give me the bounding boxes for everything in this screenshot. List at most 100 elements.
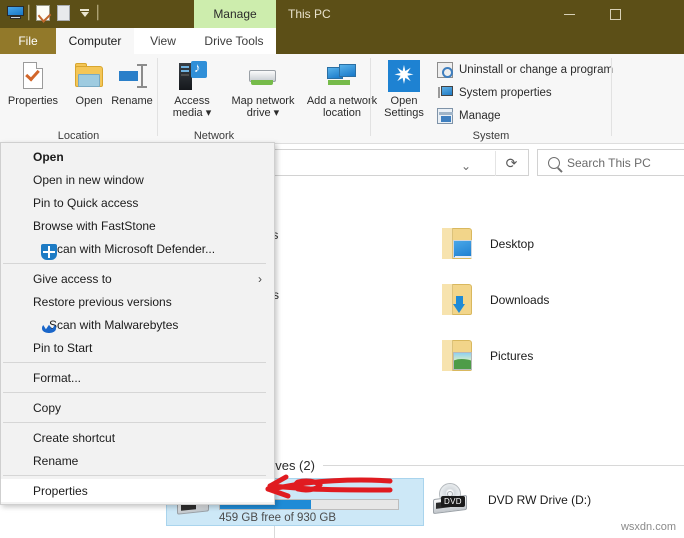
ribbon-rename-button[interactable]: Rename: [101, 60, 163, 107]
properties-doc-icon[interactable]: [33, 3, 52, 22]
ribbon-rename-label: Rename: [111, 95, 153, 107]
ribbon-access-media-label: Access media ▾: [173, 95, 212, 119]
defender-icon: [41, 244, 57, 260]
this-pc-icon[interactable]: [6, 3, 25, 22]
menu-item-pin-to-quick-access[interactable]: Pin to Quick access: [1, 191, 274, 214]
open-settings-gear-icon: ✷: [388, 60, 420, 92]
menu-item-label: Browse with FastStone: [33, 218, 156, 233]
manage-tab-label: Manage: [213, 7, 257, 21]
menu-item-label: Open: [33, 149, 64, 164]
access-media-caret-icon[interactable]: ▾: [206, 107, 212, 119]
group-header-devices-and-drives[interactable]: rives (2): [268, 458, 684, 473]
tab-view-label: View: [150, 34, 176, 48]
rename-icon: [116, 60, 148, 92]
ribbon-group-network: Access media ▾ Map network drive ▾ Add a…: [158, 54, 377, 144]
menu-item-label: Rename: [33, 453, 79, 468]
tab-drive-tools[interactable]: Drive Tools: [192, 28, 276, 54]
menu-item-label: Scan with Malwarebytes: [49, 317, 179, 332]
tab-drive-tools-label: Drive Tools: [204, 34, 264, 48]
ribbon-properties-button[interactable]: Properties: [2, 60, 64, 107]
list-item[interactable]: Desktop: [436, 224, 534, 264]
ribbon-system-properties-item[interactable]: System properties: [437, 85, 552, 101]
ribbon-open-settings-button[interactable]: ✷ Open Settings: [375, 60, 433, 119]
menu-item-give-access-to[interactable]: Give access to ›: [1, 267, 274, 290]
ribbon-group-system: ✷ Open Settings Uninstall or change a pr…: [371, 54, 613, 144]
access-media-line1: Access: [174, 95, 210, 107]
menu-item-properties[interactable]: Properties: [1, 479, 274, 502]
menu-item-scan-with-microsoft-defender[interactable]: Scan with Microsoft Defender...: [1, 237, 274, 260]
quick-access-toolbar: ⎜ ⎜: [6, 3, 103, 22]
title-bar: ⎜ ⎜ Manage This PC: [0, 0, 684, 28]
menu-item-copy[interactable]: Copy: [1, 396, 274, 419]
ribbon-uninstall-program-item[interactable]: Uninstall or change a program: [437, 62, 613, 78]
menu-item-label: Give access to: [33, 271, 112, 286]
map-drive-line1: Map network: [231, 95, 295, 107]
file-list-pane: Desktop Downloads Pictures rives (2) 459…: [166, 182, 684, 538]
drive-capacity-label: 459 GB free of 930 GB: [219, 512, 336, 524]
menu-item-pin-to-start[interactable]: Pin to Start: [1, 336, 274, 359]
menu-item-rename[interactable]: Rename: [1, 449, 274, 472]
menu-item-restore-previous-versions[interactable]: Restore previous versions: [1, 290, 274, 313]
customize-caret-icon[interactable]: [75, 3, 94, 22]
minimize-button[interactable]: [546, 0, 592, 28]
menu-separator: [3, 362, 266, 363]
menu-item-format[interactable]: Format...: [1, 366, 274, 389]
group-header-label: rives (2): [268, 458, 315, 473]
tab-computer-label: Computer: [68, 34, 122, 48]
list-item[interactable]: Pictures: [436, 336, 533, 376]
folder-desktop-icon: [436, 224, 480, 264]
menu-item-open[interactable]: Open: [1, 145, 274, 168]
search-box[interactable]: Search This PC: [537, 149, 684, 176]
drive-tile-dvd[interactable]: DVD DVD RW Drive (D:): [430, 480, 591, 520]
tab-file-label: File: [18, 34, 38, 48]
menu-item-browse-with-faststone[interactable]: Browse with FastStone: [1, 214, 274, 237]
menu-item-create-shortcut[interactable]: Create shortcut: [1, 426, 274, 449]
item-label: Desktop: [490, 237, 535, 251]
manage-contextual-tab[interactable]: Manage: [194, 0, 276, 28]
menu-item-label: Copy: [33, 400, 62, 415]
ribbon-open-settings-label: Open Settings: [384, 95, 424, 119]
system-properties-label: System properties: [459, 87, 552, 99]
maximize-button[interactable]: [592, 0, 638, 28]
menu-item-label: Pin to Quick access: [33, 195, 139, 210]
menu-item-label: Format...: [33, 370, 82, 385]
address-history-chevron-down-icon[interactable]: ⌄: [461, 159, 471, 173]
menu-separator: [3, 422, 266, 423]
map-drive-line2: drive: [246, 107, 271, 119]
tab-file[interactable]: File: [0, 28, 56, 54]
menu-item-open-in-new-window[interactable]: Open in new window: [1, 168, 274, 191]
qat-divider-2: ⎜: [96, 5, 103, 20]
item-label: DVD RW Drive (D:): [488, 493, 592, 507]
ribbon-map-drive-button[interactable]: Map network drive ▾: [224, 60, 302, 119]
window-title: This PC: [288, 7, 331, 21]
ribbon-access-media-button[interactable]: Access media ▾: [160, 60, 224, 119]
add-network-location-icon: [326, 60, 358, 92]
window-controls: [546, 0, 684, 28]
close-button[interactable]: [638, 0, 684, 28]
uninstall-program-label: Uninstall or change a program: [459, 64, 614, 76]
uninstall-program-icon: [437, 62, 453, 78]
search-icon: [548, 156, 560, 169]
map-network-drive-icon: [247, 60, 279, 92]
watermark: wsxdn.com: [620, 521, 676, 533]
ribbon-properties-label: Properties: [7, 95, 59, 107]
refresh-icon[interactable]: ⟳: [495, 151, 527, 176]
map-drive-caret-icon[interactable]: ▾: [274, 107, 280, 119]
list-item[interactable]: Downloads: [436, 280, 549, 320]
item-label: Pictures: [490, 349, 534, 363]
new-folder-icon[interactable]: [54, 3, 73, 22]
ribbon-manage-item[interactable]: Manage: [437, 108, 501, 124]
item-label: Downloads: [490, 293, 550, 307]
properties-icon: [17, 60, 49, 92]
ribbon-tab-strip: File Computer View Drive Tools: [0, 28, 684, 54]
menu-item-scan-with-malwarebytes[interactable]: Scan with Malwarebytes: [1, 313, 274, 336]
menu-separator: [3, 392, 266, 393]
ribbon-map-drive-label: Map network drive ▾: [232, 95, 295, 119]
folder-downloads-icon: [436, 280, 480, 320]
access-media-icon: [176, 60, 208, 92]
dvd-badge-label: DVD: [441, 496, 465, 507]
tab-computer[interactable]: Computer: [56, 28, 134, 54]
tab-view[interactable]: View: [134, 28, 192, 54]
context-menu: Open Open in new window Pin to Quick acc…: [0, 142, 275, 505]
ribbon-divider-3: [611, 58, 612, 136]
